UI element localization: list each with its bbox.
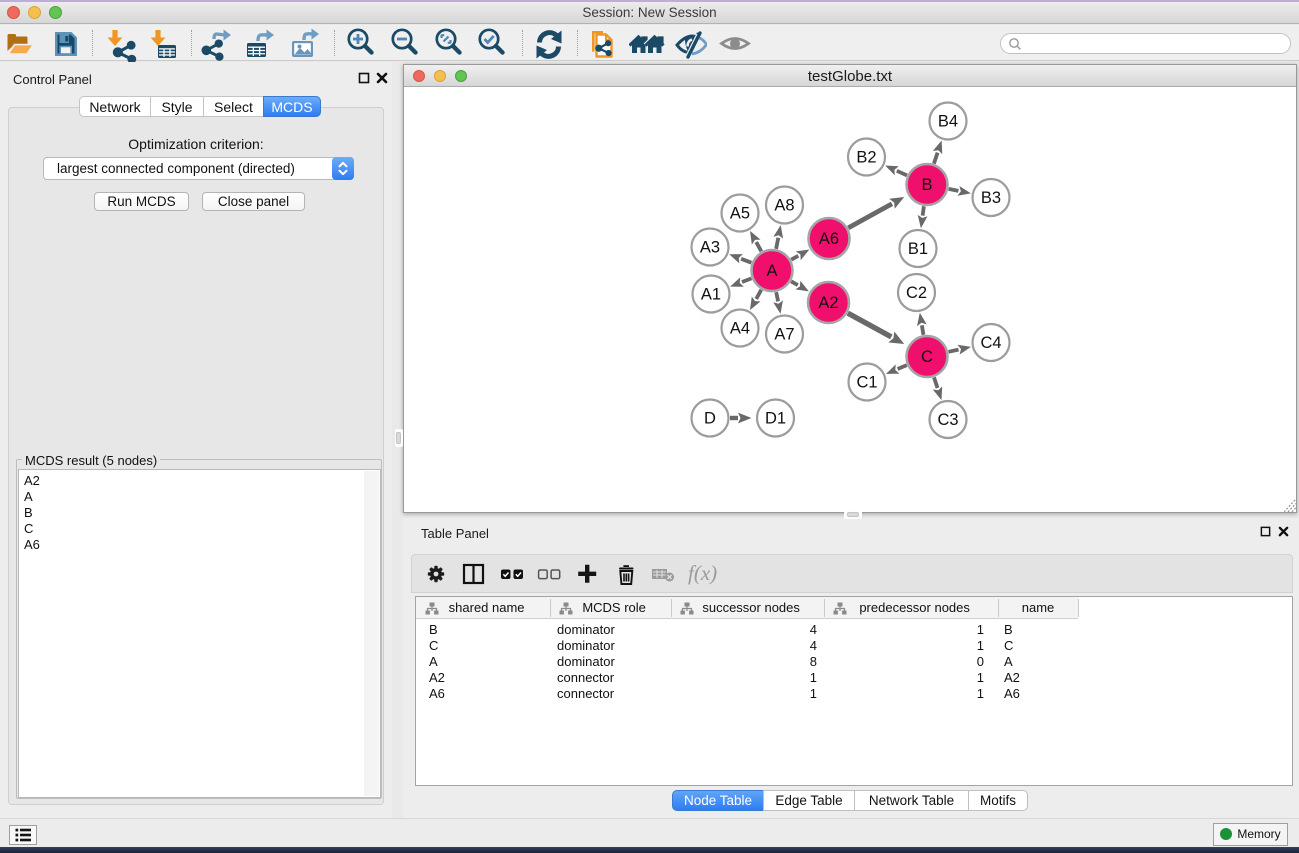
svg-text:A8: A8 bbox=[774, 197, 794, 215]
svg-text:A6: A6 bbox=[819, 230, 839, 248]
svg-text:C3: C3 bbox=[937, 411, 958, 429]
svg-text:D1: D1 bbox=[765, 410, 786, 428]
svg-text:C1: C1 bbox=[856, 374, 877, 392]
svg-text:C: C bbox=[921, 348, 933, 366]
svg-text:B: B bbox=[921, 176, 932, 194]
svg-text:D: D bbox=[704, 410, 716, 428]
svg-text:A5: A5 bbox=[730, 205, 750, 223]
svg-text:B2: B2 bbox=[856, 149, 876, 167]
svg-text:A3: A3 bbox=[700, 239, 720, 257]
svg-text:A7: A7 bbox=[774, 326, 794, 344]
svg-text:B1: B1 bbox=[908, 240, 928, 258]
svg-text:A2: A2 bbox=[818, 294, 838, 312]
svg-text:B4: B4 bbox=[938, 113, 958, 131]
svg-text:A4: A4 bbox=[730, 320, 750, 338]
svg-text:C2: C2 bbox=[906, 284, 927, 302]
svg-text:C4: C4 bbox=[980, 334, 1001, 352]
svg-text:B3: B3 bbox=[981, 189, 1001, 207]
svg-text:A1: A1 bbox=[701, 286, 721, 304]
svg-text:A: A bbox=[766, 262, 777, 280]
